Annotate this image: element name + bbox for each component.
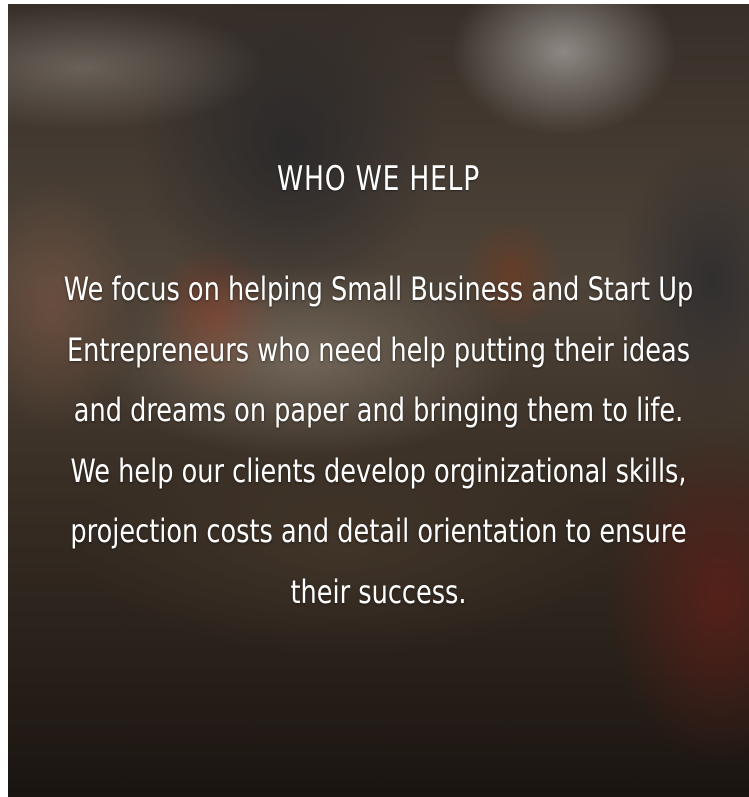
description-line: and dreams on paper and bringing them to…: [73, 391, 684, 429]
description-line: We help our clients develop orginization…: [70, 451, 687, 490]
who-we-help-section: WHO WE HELP We focus on helping Small Bu…: [8, 4, 749, 797]
section-title: WHO WE HELP: [277, 159, 480, 199]
description-line: their success.: [290, 572, 467, 611]
description-line: We focus on helping Small Business and S…: [63, 270, 694, 308]
description-line: projection costs and detail orientation …: [70, 512, 687, 550]
section-description: We focus on helping Small Business and S…: [34, 259, 723, 622]
description-line: Entrepreneurs who need help putting thei…: [66, 330, 691, 369]
